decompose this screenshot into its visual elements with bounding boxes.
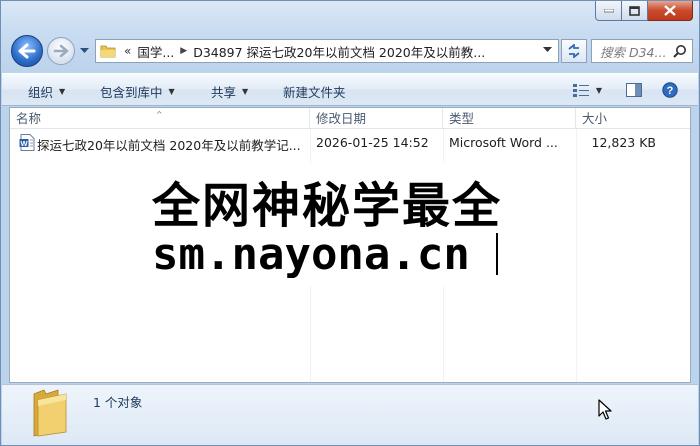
column-headers: 名称 ^ 修改日期 类型 大小 <box>10 108 690 129</box>
organize-label: 组织 <box>28 85 54 100</box>
chevron-down-icon: ▼ <box>168 87 175 96</box>
close-icon <box>664 5 676 16</box>
view-options-button[interactable]: ▼ <box>568 80 606 100</box>
address-bar[interactable]: « 国学... ▶ D34897 探运七政20年以前文档 2020年及以前教..… <box>95 39 559 63</box>
share-label: 共享 <box>211 85 237 100</box>
explorer-window: « 国学... ▶ D34897 探运七政20年以前文档 2020年及以前教..… <box>0 0 700 446</box>
file-list-view[interactable]: 名称 ^ 修改日期 类型 大小 W 探运七政20年以前文档 2020年及以前教学… <box>9 107 691 383</box>
column-modified-label: 修改日期 <box>316 111 367 126</box>
column-name-label: 名称 <box>16 111 42 126</box>
folder-icon <box>33 389 67 437</box>
breadcrumb-separator-icon[interactable]: ▶ <box>180 46 187 56</box>
file-modified: 2026-01-25 14:52 <box>316 135 429 150</box>
preview-pane-button[interactable] <box>624 80 644 100</box>
caption-buttons <box>595 1 693 22</box>
back-arrow-icon <box>18 43 36 59</box>
view-list-icon <box>572 84 589 97</box>
command-bar: 组织 ▼ 包含到库中 ▼ 共享 ▼ 新建文件夹 ▼ ? <box>2 73 698 106</box>
svg-text:W: W <box>20 139 28 148</box>
back-button[interactable] <box>11 35 43 67</box>
watermark-url: sm.nayona.cn <box>152 229 470 280</box>
svg-text:?: ? <box>667 85 674 97</box>
refresh-icon <box>568 44 580 58</box>
file-row[interactable]: W 探运七政20年以前文档 2020年及以前教学记... 2026-01-25 … <box>10 133 690 153</box>
forward-button[interactable] <box>47 37 75 65</box>
address-dropdown-icon[interactable] <box>543 47 552 53</box>
maximize-icon <box>629 5 640 16</box>
column-divider <box>576 129 577 382</box>
column-header-size[interactable]: 大小 <box>576 108 690 129</box>
column-header-type[interactable]: 类型 <box>443 108 576 129</box>
column-size-label: 大小 <box>582 111 608 126</box>
minimize-button[interactable] <box>595 1 622 21</box>
organize-menu[interactable]: 组织 ▼ <box>28 82 65 101</box>
chevron-down-icon: ▼ <box>595 85 603 95</box>
chevron-down-icon: ▼ <box>242 87 249 96</box>
recent-pages-dropdown[interactable] <box>79 46 89 56</box>
forward-arrow-icon <box>53 44 69 58</box>
new-folder-label: 新建文件夹 <box>283 85 346 100</box>
object-count: 1 个对象 <box>93 395 143 410</box>
word-document-icon: W <box>19 134 35 151</box>
search-placeholder: 搜索 D34... <box>600 44 667 60</box>
help-button[interactable]: ? <box>660 80 680 100</box>
search-icon <box>673 45 686 58</box>
close-button[interactable] <box>648 1 693 21</box>
include-library-label: 包含到库中 <box>100 85 163 100</box>
help-icon: ? <box>662 82 678 98</box>
mouse-cursor-icon <box>598 399 612 420</box>
text-caret <box>496 233 498 275</box>
preview-pane-icon <box>626 83 642 97</box>
breadcrumb-overflow[interactable]: « <box>124 44 131 58</box>
minimize-icon <box>603 8 614 12</box>
watermark-title: 全网神秘学最全 <box>152 178 503 234</box>
breadcrumb-item[interactable]: 国学... <box>137 42 174 61</box>
chevron-down-icon <box>79 48 89 53</box>
share-menu[interactable]: 共享 ▼ <box>211 82 248 101</box>
breadcrumb-item[interactable]: D34897 探运七政20年以前文档 2020年及以前教... <box>193 42 485 61</box>
file-name[interactable]: 探运七政20年以前文档 2020年及以前教学记... <box>37 135 309 154</box>
column-type-label: 类型 <box>449 111 475 126</box>
search-input[interactable]: 搜索 D34... <box>591 39 693 63</box>
column-header-modified[interactable]: 修改日期 <box>310 108 443 129</box>
file-size: 12,823 KB <box>591 135 656 150</box>
sort-ascending-icon: ^ <box>156 110 163 119</box>
navigation-row: « 国学... ▶ D34897 探运七政20年以前文档 2020年及以前教..… <box>9 34 693 68</box>
watermark-overlay: 全网神秘学最全 sm.nayona.cn <box>150 163 556 286</box>
new-folder-button[interactable]: 新建文件夹 <box>283 82 346 101</box>
folder-icon <box>100 45 116 58</box>
details-pane: 1 个对象 <box>2 384 698 445</box>
column-header-name[interactable]: 名称 ^ <box>10 108 310 129</box>
refresh-button[interactable] <box>561 39 587 63</box>
maximize-button[interactable] <box>622 1 648 21</box>
include-in-library-menu[interactable]: 包含到库中 ▼ <box>100 82 175 101</box>
file-type: Microsoft Word ... <box>449 135 558 150</box>
chevron-down-icon: ▼ <box>59 87 66 96</box>
